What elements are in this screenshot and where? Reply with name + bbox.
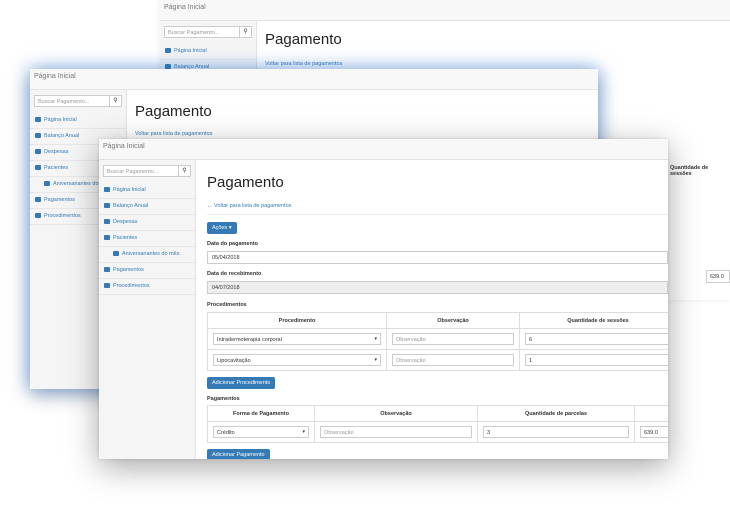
list-icon: [35, 133, 41, 138]
list-icon: [104, 267, 110, 272]
quantidade-input[interactable]: 1: [525, 354, 668, 366]
data-recebimento-label: Data do recebimento: [207, 271, 262, 277]
caret-down-icon: ▾: [374, 357, 377, 363]
search-icon[interactable]: ⚲: [178, 165, 191, 177]
arrow-left-icon: ←: [207, 203, 215, 209]
table-header: Procedimento Observação Quantidade de se…: [207, 312, 668, 329]
back-link[interactable]: Voltar para lista de pagamentos: [135, 131, 598, 137]
data-pagamento-label: Data do pagamento: [207, 241, 259, 247]
observacao-input[interactable]: Observação: [392, 333, 514, 345]
list-icon: [35, 213, 41, 218]
sidebar: Buscar Pagamento... ⚲ Página Inicial Bal…: [99, 160, 196, 459]
search-box: Buscar Pagamento... ⚲: [34, 95, 122, 107]
list-icon: [104, 203, 110, 208]
back-link[interactable]: Voltar para lista de pagamentos: [265, 61, 730, 67]
procedimento-select[interactable]: Intradermoterapia corporal ▾: [213, 333, 381, 345]
search-input[interactable]: Buscar Pagamento...: [164, 26, 239, 38]
column-header: Observação: [386, 312, 520, 329]
back-link[interactable]: ← Voltar para lista de pagamentos: [207, 203, 668, 209]
pagamentos-table: Forma de Pagamento Observação Quantidade…: [207, 405, 668, 443]
observacao-input[interactable]: Observação: [320, 426, 472, 438]
brand-link[interactable]: Página Inicial: [164, 4, 206, 11]
valor-input[interactable]: 639.0: [640, 426, 668, 438]
column-header: Procedimento: [207, 312, 387, 329]
brand-link[interactable]: Página Inicial: [34, 73, 76, 80]
home-icon: [104, 187, 110, 192]
parcelas-input[interactable]: 3: [483, 426, 629, 438]
search-input[interactable]: Buscar Pagamento...: [103, 165, 178, 177]
table-row: Intradermoterapia corporal ▾ Observação 6: [207, 328, 668, 350]
list-icon: [104, 219, 110, 224]
sidebar-item-home[interactable]: Página Inicial: [99, 183, 195, 199]
list-icon: [35, 197, 41, 202]
table-header: Forma de Pagamento Observação Quantidade…: [207, 405, 668, 422]
sidebar-item-aniversariantes[interactable]: Aniversariantes do mês: [99, 247, 195, 263]
add-procedimento-button[interactable]: Adicionar Procedimento: [207, 377, 276, 389]
sidebar-item-procedimentos[interactable]: Procedimentos: [99, 279, 195, 295]
procedimentos-label: Procedimentos: [207, 302, 247, 308]
column-header: Quantidade de parcelas: [477, 405, 635, 422]
brand-link[interactable]: Página Inicial: [103, 143, 145, 150]
window-front: Página Inicial Buscar Pagamento... ⚲ Pág…: [99, 139, 668, 459]
search-box: Buscar Pagamento... ⚲: [103, 165, 191, 177]
calendar-icon: [44, 181, 50, 186]
table-row: Lipocavitação ▾ Observação 1: [207, 349, 668, 371]
actions-button[interactable]: Ações ▾: [207, 222, 237, 234]
search-icon[interactable]: ⚲: [109, 95, 122, 107]
calendar-icon: [113, 251, 119, 256]
home-icon: [165, 48, 171, 53]
sidebar-item-home[interactable]: Página Inicial: [30, 113, 126, 129]
procedimento-select[interactable]: Lipocavitação ▾: [213, 354, 381, 366]
list-icon: [104, 235, 110, 240]
observacao-input[interactable]: Observação: [392, 354, 514, 366]
procedimentos-table: Procedimento Observação Quantidade de se…: [207, 312, 668, 371]
column-header: Quantidade de sessões: [519, 312, 668, 329]
page-title: Pagamento: [265, 31, 342, 48]
quantidade-input[interactable]: 6: [525, 333, 668, 345]
column-header: Observação: [314, 405, 478, 422]
add-pagamento-button[interactable]: Adicionar Pagamento: [207, 449, 270, 459]
bg-valor-field: 639.0: [706, 270, 730, 283]
page-title: Pagamento: [207, 174, 284, 191]
pagamentos-label: Pagamentos: [207, 396, 240, 402]
column-header: Forma de Pagamento: [207, 405, 315, 422]
list-icon: [104, 283, 110, 288]
divider: [207, 214, 668, 215]
search-icon[interactable]: ⚲: [239, 26, 252, 38]
caret-down-icon: ▾: [374, 336, 377, 342]
search-box: Buscar Pagamento... ⚲: [164, 26, 252, 38]
search-input[interactable]: Buscar Pagamento...: [34, 95, 109, 107]
page-title: Pagamento: [135, 103, 212, 120]
table-row: Crédito ▾ Observação 3 639.0: [207, 421, 668, 443]
data-recebimento-input[interactable]: 04/07/2018: [207, 281, 668, 294]
data-pagamento-input[interactable]: 05/04/2018: [207, 251, 668, 264]
sidebar-item-home[interactable]: Página Inicial: [160, 44, 256, 60]
forma-pagamento-select[interactable]: Crédito ▾: [213, 426, 309, 438]
home-icon: [35, 117, 41, 122]
list-icon: [35, 165, 41, 170]
main-content: Pagamento ← Voltar para lista de pagamen…: [207, 139, 668, 459]
sidebar-item-pagamentos[interactable]: Pagamentos: [99, 263, 195, 279]
bg-sessoes-header: Quantidade de sessões: [670, 165, 709, 177]
caret-down-icon: ▾: [302, 429, 305, 435]
sidebar-item-balanco[interactable]: Balanço Anual: [99, 199, 195, 215]
sidebar-item-despesas[interactable]: Despesas: [99, 215, 195, 231]
sidebar-item-pacientes[interactable]: Pacientes: [99, 231, 195, 247]
list-icon: [35, 149, 41, 154]
